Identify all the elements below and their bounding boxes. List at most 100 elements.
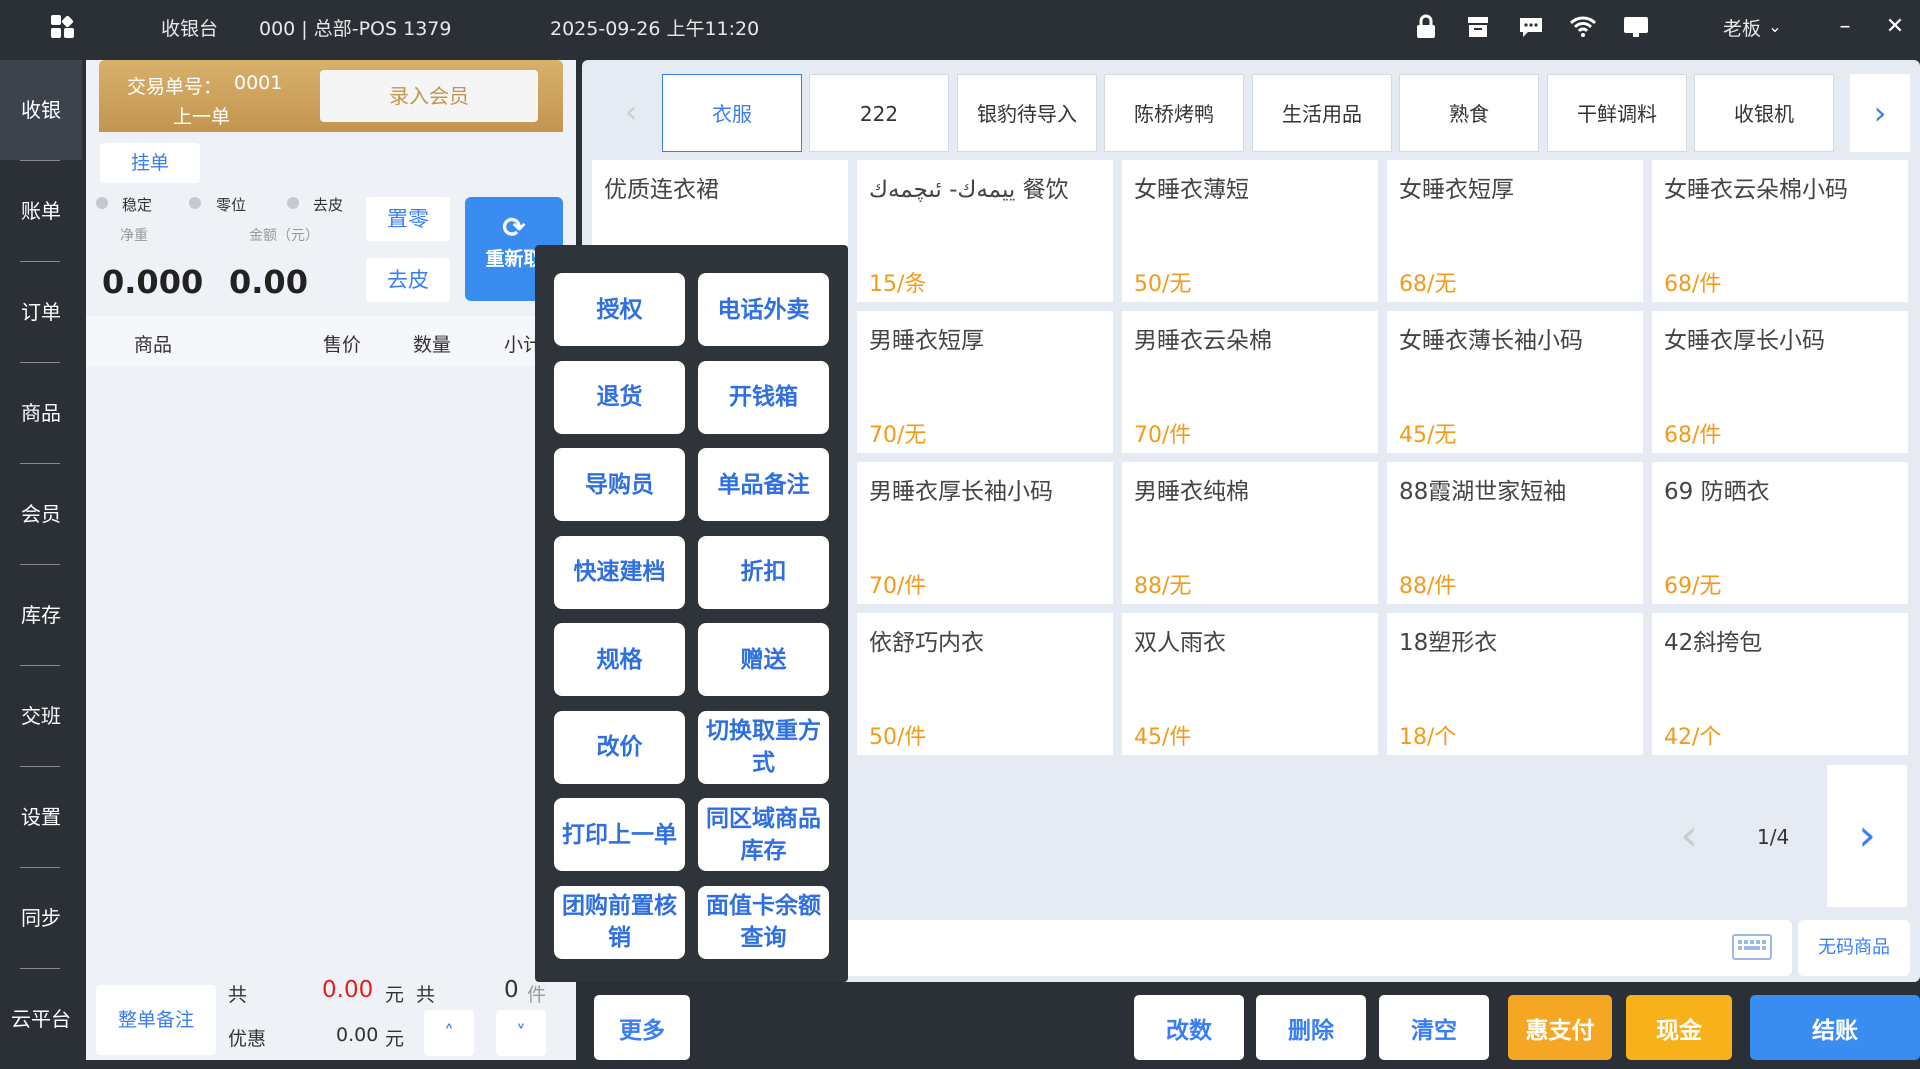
tab-roast-duck[interactable]: 陈桥烤鸭 <box>1104 74 1244 152</box>
product-card[interactable]: 男睡衣厚长袖小码 70/件 <box>857 462 1113 604</box>
cash-button[interactable]: 现金 <box>1626 995 1732 1060</box>
zero-button[interactable]: 置零 <box>366 197 450 241</box>
popup-action-button[interactable]: 同区域商品库存 <box>698 798 829 871</box>
popup-action-button[interactable]: 改价 <box>554 710 685 784</box>
lock-icon[interactable] <box>1413 14 1439 40</box>
product-card[interactable]: 女睡衣短厚 68/无 <box>1387 160 1643 302</box>
tab-import[interactable]: 银豹待导入 <box>957 74 1097 152</box>
product-card[interactable]: 69 防晒衣 69/无 <box>1652 462 1908 604</box>
order-note-button[interactable]: 整单备注 <box>96 985 216 1055</box>
popup-action-button[interactable]: 切换取重方式 <box>698 710 829 784</box>
popup-action-button[interactable]: 面值卡余额查询 <box>698 885 829 959</box>
tare-dot <box>287 197 299 209</box>
product-card[interactable]: 女睡衣薄长袖小码 45/无 <box>1387 311 1643 453</box>
product-card[interactable]: 双人雨衣 45/件 <box>1122 613 1378 755</box>
product-name: 女睡衣厚长小码 <box>1664 328 1825 354</box>
checkout-button[interactable]: 结账 <box>1750 995 1920 1060</box>
product-card[interactable]: 18塑形衣 18/个 <box>1387 613 1643 755</box>
page-next-button[interactable]: › <box>1827 765 1907 907</box>
wifi-icon[interactable] <box>1569 14 1597 40</box>
hui-pay-button[interactable]: 惠支付 <box>1508 995 1612 1060</box>
sidebar-item-bills[interactable]: 账单 <box>0 161 82 261</box>
product-card[interactable]: 男睡衣短厚 70/无 <box>857 311 1113 453</box>
cash-drawer-icon[interactable] <box>1465 14 1491 40</box>
keyboard-icon[interactable] <box>1732 934 1772 960</box>
monitor-icon[interactable] <box>1623 14 1649 40</box>
sidebar-item-sync[interactable]: 同步 <box>0 868 82 968</box>
discount-unit: 元 <box>385 1028 405 1050</box>
minimize-icon[interactable]: – <box>1832 14 1858 40</box>
scroll-up-button[interactable]: ˄ <box>424 1010 474 1056</box>
scroll-down-button[interactable]: ˅ <box>496 1010 546 1056</box>
col-price: 售价 <box>323 334 362 356</box>
sidebar-item-products[interactable]: 商品 <box>0 363 82 463</box>
sidebar-item-cloud[interactable]: 云平台 <box>0 969 82 1069</box>
chevron-down-icon[interactable]: ⌄ <box>1762 14 1788 40</box>
popup-action-button[interactable]: 团购前置核销 <box>554 885 685 959</box>
product-card[interactable]: 42斜挎包 42/个 <box>1652 613 1908 755</box>
popup-action-button[interactable]: 导购员 <box>554 448 685 521</box>
tab-222[interactable]: 222 <box>809 74 949 152</box>
product-card[interactable]: 女睡衣厚长小码 68/件 <box>1652 311 1908 453</box>
tab-prev-button[interactable]: ‹ <box>606 74 656 152</box>
popup-action-button[interactable]: 电话外卖 <box>698 273 829 346</box>
product-card[interactable]: 88霞湖世家短袖 88/件 <box>1387 462 1643 604</box>
product-price: 70/无 <box>869 423 927 448</box>
product-price: 70/件 <box>1134 423 1192 448</box>
net-weight-value: 0.000 <box>102 263 204 301</box>
amount-value: 0.00 <box>229 263 308 301</box>
page-prev-button[interactable]: ‹ <box>1649 765 1729 907</box>
user-menu[interactable]: 老板 <box>1723 14 1761 41</box>
product-card[interactable]: 男睡衣云朵棉 70/件 <box>1122 311 1378 453</box>
tab-clothes[interactable]: 衣服 <box>662 74 802 152</box>
product-price: 70/件 <box>869 574 927 599</box>
app-title: 收银台 <box>161 18 219 40</box>
sidebar-item-cashier[interactable]: 收银 <box>0 60 82 160</box>
change-qty-button[interactable]: 改数 <box>1134 995 1244 1060</box>
clear-button[interactable]: 清空 <box>1379 995 1489 1060</box>
product-card[interactable]: 女睡衣云朵棉小码 68/件 <box>1652 160 1908 302</box>
popup-action-button[interactable]: 赠送 <box>698 623 829 696</box>
popup-action-button[interactable]: 规格 <box>554 623 685 696</box>
popup-action-button[interactable]: 开钱箱 <box>698 360 829 434</box>
stable-label: 稳定 <box>122 196 153 214</box>
discount-value: 0.00 <box>336 1024 379 1046</box>
product-price: 50/件 <box>869 725 927 750</box>
sidebar-item-members[interactable]: 会员 <box>0 464 82 564</box>
apps-grid-icon[interactable] <box>50 14 76 40</box>
close-icon[interactable]: ✕ <box>1882 14 1908 40</box>
popup-action-button[interactable]: 授权 <box>554 273 685 346</box>
tab-deli[interactable]: 熟食 <box>1399 74 1539 152</box>
more-button[interactable]: 更多 <box>594 995 690 1060</box>
delete-button[interactable]: 删除 <box>1256 995 1366 1060</box>
total-unit: 元 <box>385 984 405 1006</box>
product-price: 45/无 <box>1399 423 1457 448</box>
tab-daily-goods[interactable]: 生活用品 <box>1252 74 1392 152</box>
sidebar-item-orders[interactable]: 订单 <box>0 262 82 362</box>
tare-button[interactable]: 去皮 <box>366 258 450 302</box>
popup-action-button[interactable]: 折扣 <box>698 535 829 609</box>
popup-action-button[interactable]: 快速建档 <box>554 535 685 609</box>
no-barcode-button[interactable]: 无码商品 <box>1798 920 1910 976</box>
product-card[interactable]: 依舒巧内衣 50/件 <box>857 613 1113 755</box>
tab-next-button[interactable]: › <box>1850 74 1910 152</box>
tab-pos[interactable]: 收银机 <box>1694 74 1834 152</box>
sidebar-item-settings[interactable]: 设置 <box>0 767 82 867</box>
sidebar-item-shift[interactable]: 交班 <box>0 666 82 766</box>
product-card[interactable]: 男睡衣纯棉 88/无 <box>1122 462 1378 604</box>
popup-action-button[interactable]: 退货 <box>554 360 685 434</box>
product-price: 68/无 <box>1399 272 1457 297</box>
hang-order-button[interactable]: 挂单 <box>100 143 200 183</box>
product-name: 男睡衣云朵棉 <box>1134 328 1272 354</box>
sidebar-item-inventory[interactable]: 库存 <box>0 565 82 665</box>
product-card[interactable]: ييمەك- ئىچمەك 餐饮 15/条 <box>857 160 1113 302</box>
enter-member-button[interactable]: 录入会员 <box>320 70 538 122</box>
message-icon[interactable] <box>1518 14 1544 40</box>
product-card[interactable]: 女睡衣薄短 50/无 <box>1122 160 1378 302</box>
popup-action-button[interactable]: 单品备注 <box>698 448 829 521</box>
prev-order-link[interactable]: 上一单 <box>173 102 230 129</box>
product-name: 69 防晒衣 <box>1664 479 1770 505</box>
zero-dot <box>189 197 201 209</box>
tab-seasoning[interactable]: 干鲜调料 <box>1547 74 1687 152</box>
popup-action-button[interactable]: 打印上一单 <box>554 798 685 871</box>
